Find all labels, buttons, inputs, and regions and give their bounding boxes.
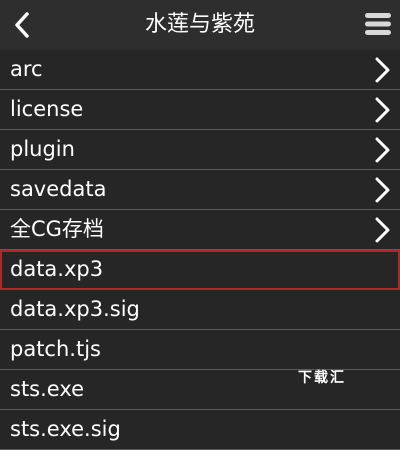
page-title: 水莲与紫苑 <box>144 12 255 37</box>
chevron-right-icon <box>375 57 390 83</box>
folder-label: 全CG存档 <box>10 217 104 241</box>
back-button[interactable] <box>8 9 36 41</box>
folder-label: plugin <box>10 137 75 161</box>
hamburger-menu-icon <box>365 13 391 35</box>
folder-row-cg-archive[interactable]: 全CG存档 <box>0 210 400 250</box>
chevron-right-icon <box>375 97 390 123</box>
menu-button[interactable] <box>362 8 394 40</box>
folder-row-savedata[interactable]: savedata <box>0 170 400 210</box>
folder-row-plugin[interactable]: plugin <box>0 130 400 170</box>
folder-label: license <box>10 97 84 121</box>
file-row-data-xp3[interactable]: data.xp3 <box>0 250 400 290</box>
chevron-right-icon <box>375 177 390 203</box>
folder-label: arc <box>10 57 43 81</box>
app-header: 水莲与紫苑 <box>0 0 400 50</box>
file-row-sts-exe-sig[interactable]: sts.exe.sig <box>0 410 400 450</box>
file-row-data-xp3-sig[interactable]: data.xp3.sig <box>0 290 400 330</box>
file-label: sts.exe <box>10 377 85 401</box>
chevron-left-icon <box>15 12 29 38</box>
file-row-patch-tjs[interactable]: patch.tjs <box>0 330 400 370</box>
file-list: arc license plugin savedata 全CG存档 data.x… <box>0 50 400 450</box>
file-label: data.xp3 <box>10 257 104 281</box>
file-label: data.xp3.sig <box>10 297 140 321</box>
watermark: 下载汇 <box>298 370 346 386</box>
folder-row-arc[interactable]: arc <box>0 50 400 90</box>
folder-row-license[interactable]: license <box>0 90 400 130</box>
folder-label: savedata <box>10 177 107 201</box>
file-label: sts.exe.sig <box>10 417 121 441</box>
file-label: patch.tjs <box>10 337 101 361</box>
chevron-right-icon <box>375 217 390 243</box>
chevron-right-icon <box>375 137 390 163</box>
